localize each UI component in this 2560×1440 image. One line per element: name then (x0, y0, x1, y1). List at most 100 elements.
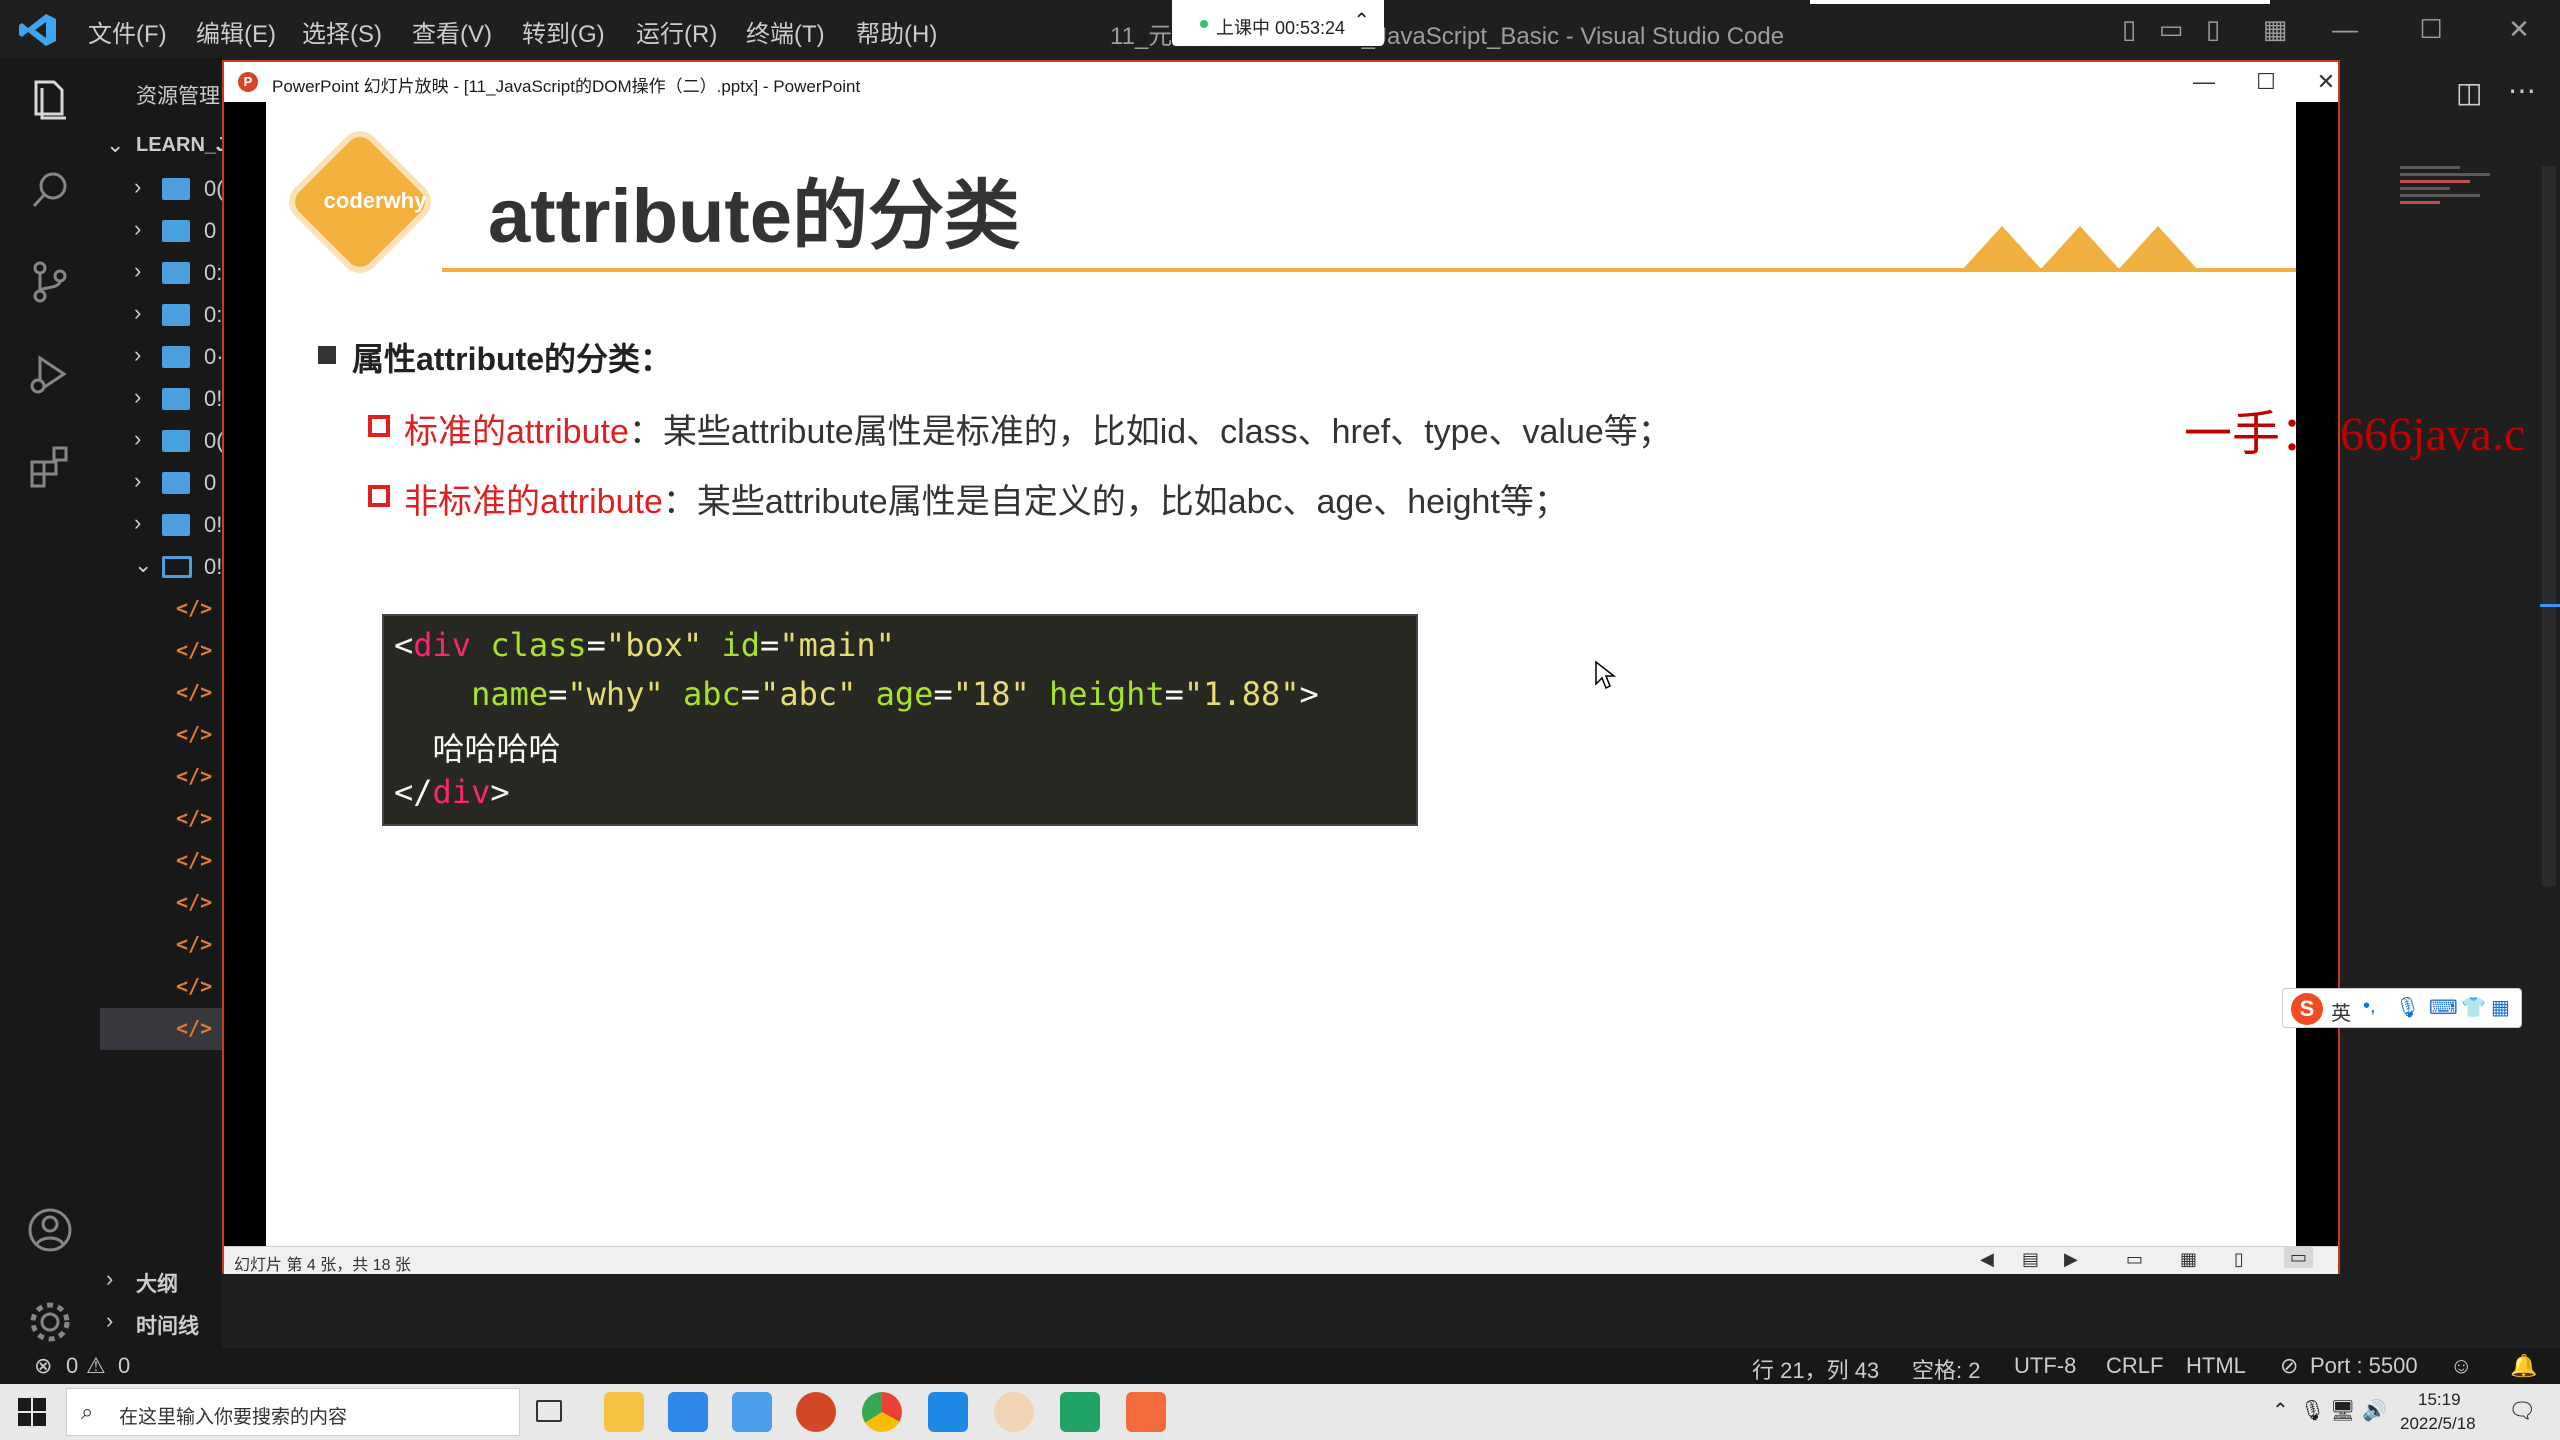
file-item[interactable]: </> (100, 798, 222, 840)
more-actions-icon[interactable]: ⋯ (2508, 74, 2536, 107)
file-item[interactable]: </> (100, 588, 222, 630)
ppt-close-icon[interactable]: ✕ (2306, 66, 2346, 98)
windows-start-icon[interactable] (18, 1398, 46, 1426)
minimap[interactable] (2400, 162, 2500, 282)
app-icon[interactable] (1060, 1392, 1100, 1432)
folder-item[interactable]: › 0! (100, 378, 222, 420)
recording-indicator[interactable]: 上课中 00:53:24 ⌃ (1172, 0, 1384, 46)
scrollbar[interactable] (2542, 166, 2556, 886)
customize-layout-icon[interactable]: ▦ (2260, 14, 2290, 44)
toggle-secondary-sidebar-icon[interactable]: ▯ (2198, 14, 2228, 44)
file-explorer-icon[interactable] (604, 1392, 644, 1432)
folder-item[interactable]: › 0( (100, 168, 222, 210)
menu-terminal[interactable]: 终端(T) (746, 14, 825, 49)
prev-slide-icon[interactable]: ◀ (1980, 1249, 1994, 1270)
folder-item[interactable]: › 0! (100, 504, 222, 546)
file-item[interactable]: </> (100, 840, 222, 882)
file-item-selected[interactable]: </> (100, 1008, 222, 1050)
toggle-panel-icon[interactable]: ▭ (2156, 14, 2186, 44)
feedback-icon[interactable]: ☺ (2450, 1353, 2472, 1379)
source-control-icon[interactable] (22, 254, 78, 310)
sogou-ime-icon[interactable]: S (2291, 993, 2323, 1025)
skin-icon[interactable]: 👕 (2461, 995, 2486, 1020)
error-count[interactable]: 0 (66, 1353, 78, 1379)
clock-time[interactable]: 15:19 (2418, 1390, 2461, 1410)
error-icon[interactable]: ⊗ (34, 1353, 52, 1379)
account-icon[interactable] (22, 1202, 78, 1258)
extensions-icon[interactable] (22, 438, 78, 494)
volume-icon[interactable]: 🔊 (2362, 1398, 2387, 1423)
settings-gear-icon[interactable] (22, 1294, 78, 1350)
file-item[interactable]: </> (100, 714, 222, 756)
chevron-up-icon[interactable]: ⌃ (1353, 8, 1370, 33)
folder-item[interactable]: › 0 (100, 462, 222, 504)
ime-toolbar[interactable]: S 英 •, 🎙 ⌨ 👕 ▦ (2282, 988, 2522, 1028)
taskbar-search[interactable]: ⌕ 在这里输入你要搜索的内容 (66, 1388, 520, 1436)
maximize-icon[interactable]: ☐ (2416, 14, 2446, 44)
file-item[interactable]: </> (100, 630, 222, 672)
app-icon[interactable] (1126, 1392, 1166, 1432)
powerpoint-taskbar-icon[interactable] (796, 1392, 836, 1432)
folder-item[interactable]: › 0: (100, 294, 222, 336)
task-view-icon[interactable] (536, 1400, 562, 1422)
menu-file[interactable]: 文件(F) (88, 14, 167, 49)
folder-item[interactable]: › 0· (100, 336, 222, 378)
reading-view-icon[interactable]: ▯ (2234, 1249, 2244, 1270)
indentation[interactable]: 空格: 2 (1912, 1353, 1980, 1385)
live-server-port[interactable]: Port : 5500 (2310, 1353, 2418, 1379)
folder-item[interactable]: › 0 (100, 210, 222, 252)
network-icon[interactable]: 🖥 (2330, 1398, 2355, 1423)
file-item[interactable]: </> (100, 756, 222, 798)
microphone-tray-icon[interactable]: 🎙 (2300, 1398, 2325, 1423)
warning-count[interactable]: 0 (118, 1353, 130, 1379)
chrome-icon[interactable] (862, 1392, 902, 1432)
ime-language[interactable]: 英 (2331, 997, 2351, 1026)
punctuation-icon[interactable]: •, (2363, 995, 2376, 1018)
warning-icon[interactable]: ⚠ (86, 1353, 106, 1379)
folder-item-open[interactable]: ⌄ 0! (100, 546, 222, 588)
run-debug-icon[interactable] (22, 346, 78, 402)
outline-section[interactable]: › 大纲 (100, 1260, 222, 1302)
live-server-icon[interactable]: ⊘ (2280, 1353, 2298, 1379)
file-item[interactable]: </> (100, 672, 222, 714)
menu-edit[interactable]: 编辑(E) (196, 14, 276, 49)
file-item[interactable]: </> (100, 966, 222, 1008)
split-editor-icon[interactable]: ◫ (2456, 76, 2482, 109)
workspace-root[interactable]: ⌄ LEARN_J (100, 126, 222, 168)
explorer-icon[interactable] (22, 72, 78, 128)
file-item[interactable]: </> (100, 924, 222, 966)
normal-view-icon[interactable]: ▭ (2126, 1249, 2143, 1270)
vscode-taskbar-icon[interactable] (928, 1392, 968, 1432)
next-slide-icon[interactable]: ▶ (2064, 1249, 2078, 1270)
keyboard-icon[interactable]: ⌨ (2429, 995, 2458, 1020)
cursor-position[interactable]: 行 21，列 43 (1752, 1353, 1879, 1385)
menu-selection[interactable]: 选择(S) (302, 14, 382, 49)
app-icon[interactable] (732, 1392, 772, 1432)
timeline-section[interactable]: › 时间线 (100, 1302, 222, 1344)
avatar-app-icon[interactable] (994, 1392, 1034, 1432)
ppt-minimize-icon[interactable]: — (2184, 66, 2224, 98)
slide[interactable]: coderwhy attribute的分类 属性attribute的分类： 标准… (266, 102, 2296, 1246)
close-icon[interactable]: ✕ (2504, 14, 2534, 44)
clock-date[interactable]: 2022/5/18 (2400, 1414, 2476, 1434)
slide-sorter-icon[interactable]: ▦ (2180, 1249, 2197, 1270)
slideshow-view-icon[interactable]: ▭ (2284, 1247, 2314, 1268)
menu-help[interactable]: 帮助(H) (856, 14, 937, 49)
language-mode[interactable]: HTML (2186, 1353, 2246, 1379)
encoding[interactable]: UTF-8 (2014, 1353, 2076, 1379)
end-of-line[interactable]: CRLF (2106, 1353, 2163, 1379)
menu-icon[interactable]: ▤ (2022, 1249, 2039, 1270)
toolbox-icon[interactable]: ▦ (2491, 995, 2510, 1020)
notification-center-icon[interactable]: 🗨 (2508, 1398, 2536, 1424)
menu-view[interactable]: 查看(V) (412, 14, 492, 49)
notifications-icon[interactable]: 🔔 (2510, 1353, 2537, 1379)
folder-item[interactable]: › 0: (100, 252, 222, 294)
menu-go[interactable]: 转到(G) (522, 14, 605, 49)
menu-run[interactable]: 运行(R) (636, 14, 717, 49)
folder-item[interactable]: › 0( (100, 420, 222, 462)
toggle-sidebar-icon[interactable]: ▯ (2114, 14, 2144, 44)
ppt-maximize-icon[interactable]: ☐ (2246, 66, 2286, 98)
app-icon[interactable] (668, 1392, 708, 1432)
minimize-icon[interactable]: — (2330, 14, 2360, 44)
search-icon[interactable] (22, 162, 78, 218)
